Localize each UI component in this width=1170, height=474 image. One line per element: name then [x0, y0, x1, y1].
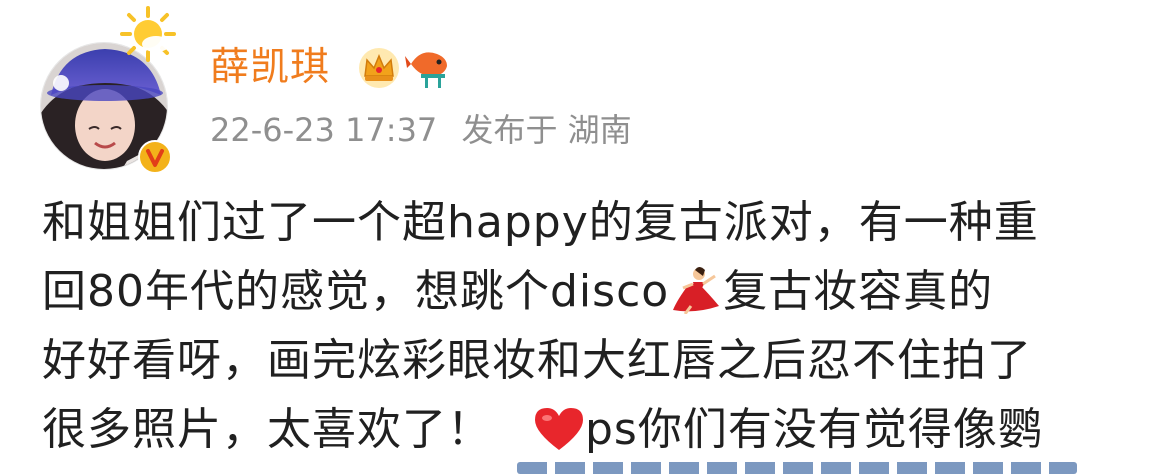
post-line-part: 回80年代的感觉，想跳个disco	[42, 266, 670, 317]
post-line-part: 很多照片，太喜欢了！	[42, 404, 492, 455]
post-location: 发布于 湖南	[461, 111, 632, 149]
post-line: 很多照片，太喜欢了！ ps你们有没有觉得像鹦	[42, 395, 1142, 464]
post-line: 好好看呀，画完炫彩眼妆和大红唇之后忍不住拍了	[42, 335, 1032, 386]
sun-icon	[120, 6, 176, 62]
post-body: 和姐姐们过了一个超happy的复古派对，有一种重 回80年代的感觉，想跳个dis…	[42, 188, 1142, 464]
post-timestamp[interactable]: 22-6-23 17:37	[210, 111, 437, 149]
fish-icon[interactable]	[405, 44, 453, 90]
red-heart-icon	[535, 408, 583, 450]
username[interactable]: 薛凯琪	[210, 40, 330, 96]
avatar-container[interactable]	[40, 6, 176, 174]
post-meta: 22-6-23 17:37 发布于 湖南	[210, 108, 646, 152]
post-line: 和姐姐们过了一个超happy的复古派对，有一种重	[42, 197, 1039, 248]
post-line: 回80年代的感觉，想跳个disco 复古妆容真的	[42, 257, 1142, 326]
link-text-fragment[interactable]	[517, 462, 1077, 474]
weibo-post: 薛凯琪 22-6-23 17:37 发布于 湖南 和姐姐们过了一个超happy的…	[0, 0, 1170, 474]
crown-icon[interactable]	[357, 46, 401, 88]
dancer-emoji-icon	[673, 267, 720, 314]
post-line-part: ps你们有没有觉得像鹦	[585, 404, 1043, 455]
cutoff-next-line	[42, 456, 1152, 474]
post-line-part: 复古妆容真的	[723, 266, 994, 317]
verified-badge-icon	[138, 140, 172, 174]
